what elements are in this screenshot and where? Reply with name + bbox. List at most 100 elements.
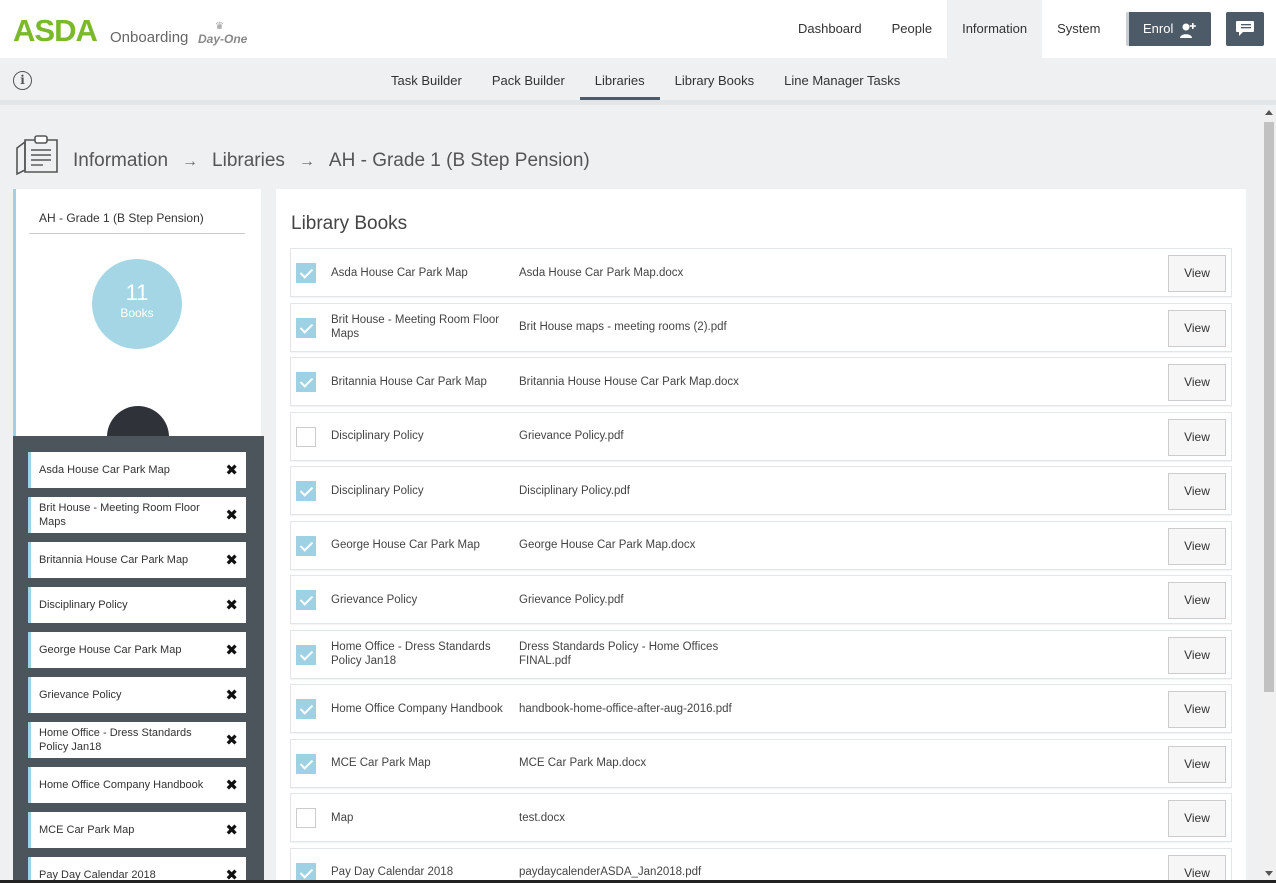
book-checkbox[interactable]: [296, 699, 316, 719]
scroll-up-icon[interactable]: [1265, 110, 1273, 115]
book-count: 11: [92, 281, 182, 305]
book-row: George House Car Park MapGeorge House Ca…: [290, 521, 1232, 570]
remove-icon[interactable]: ✖: [225, 686, 238, 704]
book-row: Pay Day Calendar 2018paydaycalenderASDA_…: [290, 848, 1232, 883]
book-checkbox[interactable]: [296, 481, 316, 501]
selected-book-item[interactable]: Britannia House Car Park Map✖: [28, 542, 246, 578]
breadcrumb-information[interactable]: Information: [73, 150, 168, 172]
library-books-panel: Library Books Asda House Car Park MapAsd…: [276, 189, 1246, 883]
view-button[interactable]: View: [1168, 691, 1226, 728]
book-checkbox[interactable]: [296, 372, 316, 392]
selected-book-label: Asda House Car Park Map: [39, 463, 219, 477]
remove-icon[interactable]: ✖: [225, 731, 238, 749]
book-checkbox[interactable]: [296, 318, 316, 338]
books-list: Asda House Car Park MapAsda House Car Pa…: [290, 248, 1232, 883]
book-row: Disciplinary PolicyGrievance Policy.pdfV…: [290, 412, 1232, 461]
tab-library-books[interactable]: Library Books: [660, 62, 769, 100]
view-button[interactable]: View: [1168, 800, 1226, 837]
asda-logo[interactable]: ASDA: [13, 16, 97, 46]
book-name: Brit House - Meeting Room Floor Maps: [331, 313, 509, 341]
book-count-label: Books: [92, 305, 182, 321]
tab-task-builder[interactable]: Task Builder: [376, 62, 477, 100]
book-checkbox[interactable]: [296, 645, 316, 665]
remove-icon[interactable]: ✖: [225, 776, 238, 794]
main-nav: Dashboard People Information System: [783, 0, 1115, 58]
book-name: George House Car Park Map: [331, 538, 509, 552]
chat-icon: [1236, 21, 1254, 37]
book-row: Maptest.docxView: [290, 793, 1232, 842]
view-button[interactable]: View: [1168, 855, 1226, 883]
book-filename: Brit House maps - meeting rooms (2).pdf: [519, 320, 739, 334]
selected-book-item[interactable]: Brit House - Meeting Room Floor Maps✖: [28, 497, 246, 533]
view-button[interactable]: View: [1168, 582, 1226, 619]
selected-book-label: Grievance Policy: [39, 688, 219, 702]
view-button[interactable]: View: [1168, 419, 1226, 456]
book-name: Disciplinary Policy: [331, 484, 509, 498]
remove-icon[interactable]: ✖: [225, 641, 238, 659]
selected-book-item[interactable]: Asda House Car Park Map ✖: [28, 452, 246, 488]
book-row: Home Office Company Handbookhandbook-hom…: [290, 684, 1232, 733]
book-checkbox[interactable]: [296, 754, 316, 774]
remove-icon[interactable]: ✖: [225, 506, 238, 524]
breadcrumb-libraries[interactable]: Libraries: [212, 150, 285, 172]
book-checkbox[interactable]: [296, 536, 316, 556]
book-filename: handbook-home-office-after-aug-2016.pdf: [519, 702, 739, 716]
messages-button[interactable]: [1226, 12, 1264, 46]
selected-book-item[interactable]: George House Car Park Map ✖: [28, 632, 246, 668]
book-name: Pay Day Calendar 2018: [331, 865, 509, 879]
view-button[interactable]: View: [1168, 746, 1226, 783]
selected-book-item[interactable]: MCE Car Park Map✖: [28, 812, 246, 848]
book-checkbox[interactable]: [296, 808, 316, 828]
view-button[interactable]: View: [1168, 310, 1226, 347]
breadcrumb-separator: →: [299, 150, 315, 172]
book-checkbox[interactable]: [296, 263, 316, 283]
crown-icon: ♛: [215, 22, 224, 32]
book-filename: Grievance Policy.pdf: [519, 593, 739, 607]
book-checkbox[interactable]: [296, 590, 316, 610]
nav-dashboard[interactable]: Dashboard: [783, 0, 877, 58]
breadcrumb-separator: →: [182, 150, 198, 172]
remove-icon[interactable]: ✖: [225, 596, 238, 614]
book-row: Grievance Policy Grievance Policy.pdf View: [290, 575, 1232, 624]
book-filename: Britannia House House Car Park Map.docx: [519, 375, 739, 389]
enrol-button[interactable]: Enrol: [1126, 12, 1211, 46]
selected-book-item[interactable]: Grievance Policy ✖: [28, 677, 246, 713]
book-name: Grievance Policy: [331, 593, 509, 607]
library-name: AH - Grade 1 (B Step Pension): [29, 211, 245, 234]
view-button[interactable]: View: [1168, 637, 1226, 674]
book-checkbox[interactable]: [296, 427, 316, 447]
remove-icon[interactable]: ✖: [225, 551, 238, 569]
view-button[interactable]: View: [1168, 528, 1226, 565]
selected-book-item[interactable]: Home Office Company Handbook✖: [28, 767, 246, 803]
nav-system[interactable]: System: [1042, 0, 1115, 58]
book-filename: Dress Standards Policy - Home Offices FI…: [519, 640, 739, 668]
book-filename: test.docx: [519, 811, 739, 825]
book-name: MCE Car Park Map: [331, 756, 509, 770]
tab-libraries[interactable]: Libraries: [580, 62, 660, 100]
book-row: MCE Car Park MapMCE Car Park Map.docxVie…: [290, 739, 1232, 788]
info-icon[interactable]: i: [13, 71, 32, 90]
view-button[interactable]: View: [1168, 473, 1226, 510]
remove-icon[interactable]: ✖: [225, 461, 238, 479]
view-button[interactable]: View: [1168, 255, 1226, 292]
remove-icon[interactable]: ✖: [225, 821, 238, 839]
selected-book-label: George House Car Park Map: [39, 643, 219, 657]
add-user-icon: [1179, 21, 1197, 39]
book-row: Britannia House Car Park MapBritannia Ho…: [290, 357, 1232, 406]
book-count-badge: 11 Books: [92, 259, 182, 349]
tab-line-manager-tasks[interactable]: Line Manager Tasks: [769, 62, 915, 100]
book-filename: Disciplinary Policy.pdf: [519, 484, 739, 498]
selected-book-item[interactable]: Home Office - Dress Standards Policy Jan…: [28, 722, 246, 758]
nav-information[interactable]: Information: [947, 0, 1042, 58]
breadcrumb-current: AH - Grade 1 (B Step Pension): [329, 150, 590, 172]
scrollbar-thumb[interactable]: [1264, 122, 1274, 692]
day-one-logo: ♛ Day-One: [198, 22, 248, 48]
scroll-down-icon[interactable]: [1265, 871, 1273, 876]
book-row: Disciplinary Policy Disciplinary Policy.p…: [290, 466, 1232, 515]
panel-title: Library Books: [291, 213, 407, 235]
nav-people[interactable]: People: [877, 0, 947, 58]
selected-book-item[interactable]: Disciplinary Policy✖: [28, 587, 246, 623]
scrollbar[interactable]: [1262, 105, 1276, 883]
view-button[interactable]: View: [1168, 364, 1226, 401]
tab-pack-builder[interactable]: Pack Builder: [477, 62, 580, 100]
